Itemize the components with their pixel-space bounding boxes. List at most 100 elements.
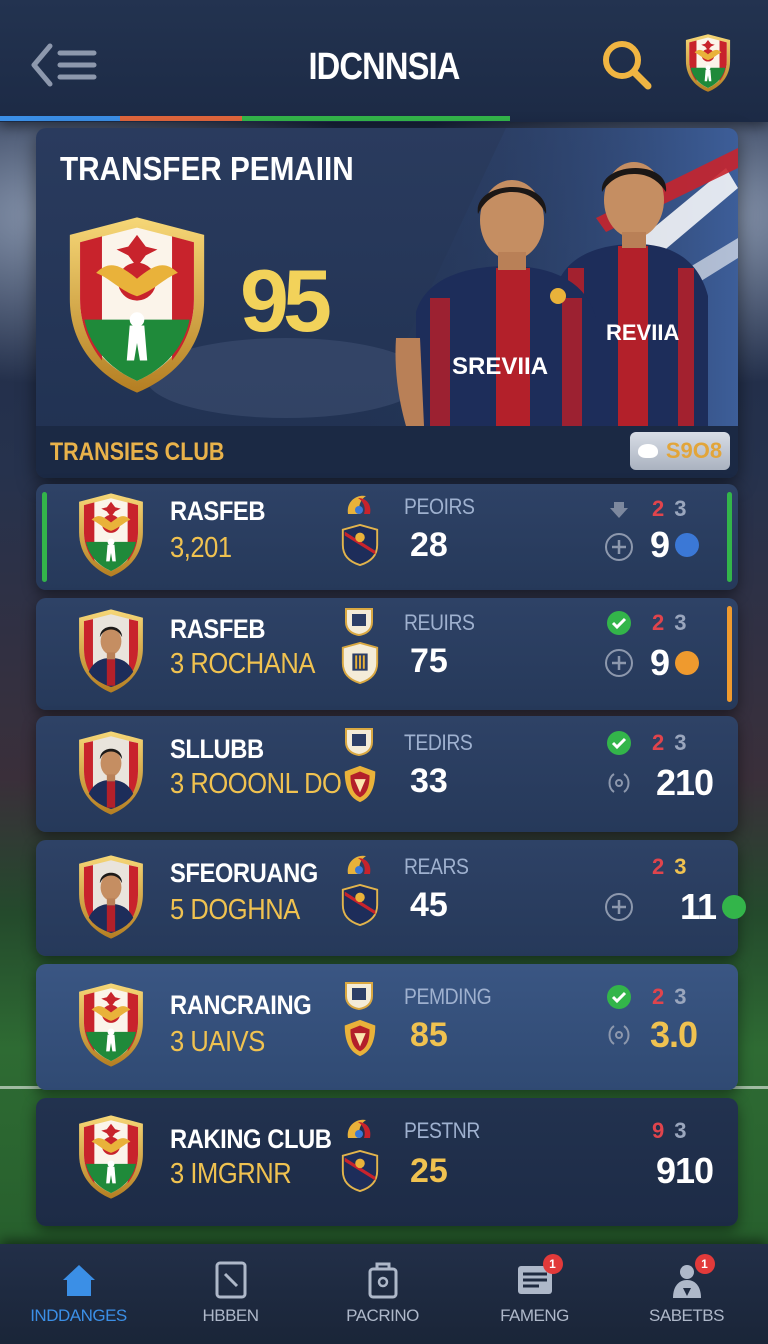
club-mini-crest-icon: [340, 1150, 380, 1192]
plus-icon[interactable]: [604, 648, 634, 678]
check-icon[interactable]: [606, 730, 632, 756]
check-icon[interactable]: [606, 984, 632, 1010]
row-stat-value: 28: [410, 526, 448, 564]
nav-label: INDDANGES: [30, 1306, 127, 1325]
profile-icon-wrap: 1: [667, 1254, 715, 1300]
trailing-number: 210: [656, 762, 714, 803]
bag-icon: [368, 1262, 397, 1299]
home-icon: [62, 1265, 95, 1296]
download-icon[interactable]: [606, 496, 632, 522]
count-a: 2: [652, 730, 665, 755]
row-sub: 3,201: [170, 532, 232, 564]
nav-item-sabetbs[interactable]: 1 SABETBS: [610, 1244, 763, 1344]
row-counts: 23: [652, 496, 687, 522]
row-name: RANCRAING: [170, 990, 312, 1020]
club-mini-crest-icon: [340, 884, 380, 926]
count-b: 3: [674, 1118, 687, 1143]
row-right-accent: [727, 606, 732, 702]
check-icon[interactable]: [606, 610, 632, 636]
count-a: 2: [652, 610, 665, 635]
row-stat-value: 75: [410, 642, 448, 680]
row-sub: 3 ROCHANA: [170, 648, 315, 680]
transfer-row[interactable]: RAKING CLUB 3 IMGRNR PESTNR 25 93 910: [36, 1098, 738, 1226]
club-wings-crest-icon: [340, 1016, 380, 1058]
nav-label: SABETBS: [649, 1306, 724, 1325]
row-stat-value: 33: [410, 762, 448, 800]
count-a: 9: [652, 1118, 665, 1143]
status-dot: [675, 651, 700, 675]
player-portrait-avatar: [76, 608, 146, 694]
club-crest-avatar: [76, 492, 146, 578]
nav-item-pacrino[interactable]: PACRINO: [306, 1244, 459, 1344]
plus-icon[interactable]: [604, 532, 634, 562]
row-trailing-value: 11: [680, 886, 747, 928]
count-b: 3: [674, 854, 687, 879]
trailing-number: 11: [680, 886, 717, 927]
swap-icon[interactable]: [604, 768, 634, 798]
transfer-row[interactable]: SLLUBB 3 ROOONL DO TEDIRS 33 23 210: [36, 716, 738, 832]
club-wings-crest-icon: [340, 762, 380, 804]
row-stat-label: PESTNR: [404, 1118, 480, 1143]
player-portrait-avatar: [76, 730, 146, 816]
bottom-navigation: INDDANGES HBBEN PACRINO 1 FAMENG 1 SABET…: [0, 1244, 768, 1344]
search-button[interactable]: [600, 38, 654, 92]
row-counts: 23: [652, 730, 687, 756]
count-a: 2: [652, 854, 665, 879]
row-stat-value: 85: [410, 1016, 448, 1054]
transfer-club-label: TRANSIES CLUB: [50, 438, 225, 466]
row-stat-label: PEMDING: [404, 984, 492, 1009]
row-sub: 3 IMGRNR: [170, 1158, 292, 1190]
row-counts: 23: [652, 854, 687, 880]
tablet-icon: [215, 1261, 246, 1299]
row-trailing-value: 3.0: [650, 1014, 698, 1056]
row-counts: 93: [652, 1118, 687, 1144]
transfer-row[interactable]: RASFEB 3 ROCHANA REUIRS 75 23 9: [36, 598, 738, 710]
row-name: RAKING CLUB: [170, 1124, 332, 1154]
nav-label: PACRINO: [346, 1306, 419, 1325]
plus-icon[interactable]: [604, 892, 634, 922]
club-crest-avatar: [76, 982, 146, 1068]
club-swirl-icon: [342, 1114, 376, 1144]
app-header: IDCNNSIA: [0, 0, 768, 122]
transfer-row-selected[interactable]: RANCRAING 3 UAIVS PEMDING 85 23 3.0: [36, 964, 738, 1090]
transfer-row[interactable]: SFEORUANG 5 DOGHNA REARS 45 23 11: [36, 840, 747, 956]
row-stat-label: TEDIRS: [404, 730, 473, 755]
club-shield-icon: [342, 980, 376, 1010]
hero-club-crest: [64, 212, 210, 398]
row-left-accent: [42, 492, 47, 582]
nav-item-hbben[interactable]: HBBEN: [154, 1244, 307, 1344]
count-b: 3: [674, 984, 687, 1009]
row-name: RASFEB: [170, 496, 266, 526]
trailing-number: 9: [650, 524, 670, 565]
hero-players-image: REVIIA SREVIIA: [395, 162, 708, 426]
hero-sub-bar: TRANSIES CLUB S9O8: [36, 426, 738, 478]
row-stat-label: REARS: [404, 854, 469, 879]
nav-label: FAMENG: [500, 1306, 569, 1325]
transfer-hero-card[interactable]: TRANSFER PEMAIIN 95 REVIIA SREVIIA TRANS…: [36, 128, 738, 478]
count-a: 2: [652, 496, 665, 521]
row-counts: 23: [652, 984, 687, 1010]
row-name: SLLUBB: [170, 734, 264, 764]
jersey-text-front: SREVIIA: [452, 353, 548, 380]
trailing-number: 9: [650, 642, 670, 683]
row-trailing-value: 210: [656, 762, 714, 804]
hero-rating: 95: [240, 251, 332, 350]
swap-icon[interactable]: [604, 1020, 634, 1050]
row-stat-label: PEOIRS: [404, 494, 475, 519]
trailing-number: 3.0: [650, 1014, 698, 1055]
hero-title: TRANSFER PEMAIIN: [60, 150, 354, 187]
nav-item-fameng[interactable]: 1 FAMENG: [458, 1244, 611, 1344]
coin-badge[interactable]: S9O8: [630, 432, 730, 470]
row-trailing-value: 9: [650, 642, 700, 684]
trailing-number: 910: [656, 1150, 714, 1191]
coin-icon: [637, 444, 658, 458]
row-sub: 3 UAIVS: [170, 1026, 265, 1058]
transfer-row[interactable]: RASFEB 3,201 PEOIRS 28 23 9: [36, 484, 738, 590]
row-name: RASFEB: [170, 614, 266, 644]
status-dot: [675, 533, 700, 557]
club-crest-icon[interactable]: [684, 30, 732, 96]
nav-item-home[interactable]: INDDANGES: [2, 1244, 155, 1344]
notification-badge: 1: [542, 1254, 563, 1274]
coin-value: S9O8: [665, 438, 723, 463]
row-stat-label: REUIRS: [404, 610, 475, 635]
